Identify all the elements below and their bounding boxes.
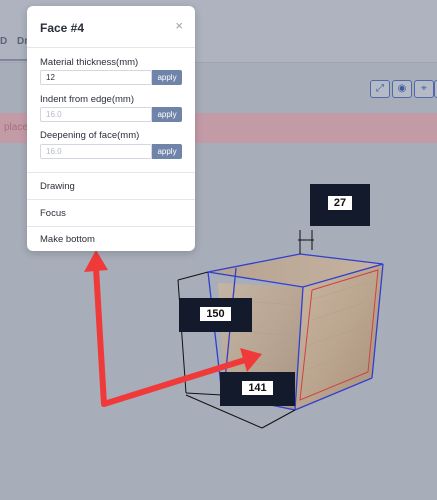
close-icon[interactable]: × xyxy=(175,18,183,33)
material-thickness-label: Material thickness(mm) xyxy=(40,57,139,68)
menu-item-make-bottom[interactable]: Make bottom xyxy=(40,234,95,245)
divider xyxy=(27,172,195,173)
alert-text: place xyxy=(4,122,28,133)
arrow-head-up xyxy=(84,250,108,272)
indent-from-edge-input[interactable] xyxy=(40,107,152,122)
box-top-face xyxy=(208,254,383,287)
eye-icon[interactable]: ◉ xyxy=(392,80,412,98)
arrow-head-right xyxy=(240,348,262,372)
indent-from-edge-label: Indent from edge(mm) xyxy=(40,94,134,105)
menu-item-focus[interactable]: Focus xyxy=(40,208,66,219)
indent-from-edge-apply-button[interactable]: apply xyxy=(152,107,182,122)
expand-icon[interactable]: ⤢ xyxy=(370,80,390,98)
dimension-label-left: 150 xyxy=(179,298,252,332)
material-thickness-apply-button[interactable]: apply xyxy=(152,70,182,85)
deepening-of-face-label: Deepening of face(mm) xyxy=(40,130,140,141)
divider xyxy=(27,199,195,200)
divider xyxy=(27,47,195,48)
dimension-label-bottom: 141 xyxy=(220,372,295,406)
tab-d[interactable]: D xyxy=(0,36,7,47)
menu-item-drawing[interactable]: Drawing xyxy=(40,181,75,192)
material-thickness-input[interactable] xyxy=(40,70,152,85)
box-right-face xyxy=(295,264,383,410)
divider xyxy=(27,226,195,227)
deepening-of-face-input[interactable] xyxy=(40,144,152,159)
deepening-of-face-apply-button[interactable]: apply xyxy=(152,144,182,159)
active-tab-indicator xyxy=(0,59,28,61)
popup-title: Face #4 xyxy=(40,21,85,35)
focus-icon[interactable]: ⌖ xyxy=(414,80,434,98)
dimension-label-top: 27 xyxy=(310,184,370,226)
face-popup: Face #4 × Material thickness(mm) apply I… xyxy=(27,6,195,251)
